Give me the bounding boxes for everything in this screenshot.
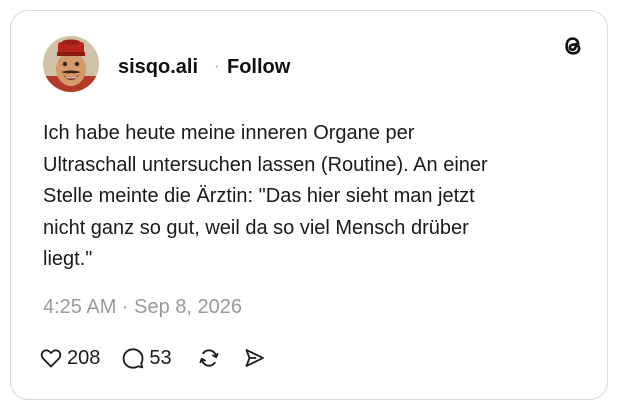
- repost-button[interactable]: [197, 346, 221, 370]
- threads-logo-icon[interactable]: [559, 32, 587, 60]
- post-timestamp[interactable]: 4:25 AM · Sep 8, 2026: [43, 295, 242, 319]
- heart-icon: [40, 349, 62, 368]
- repost-icon: [199, 349, 219, 367]
- like-count: 208: [67, 347, 101, 369]
- share-button[interactable]: [242, 346, 266, 370]
- reply-count: 53: [149, 347, 172, 369]
- comment-icon: [123, 348, 144, 369]
- reply-button[interactable]: 53: [121, 346, 172, 370]
- author-avatar[interactable]: [43, 36, 99, 92]
- share-icon: [245, 349, 264, 367]
- author-username[interactable]: sisqo.ali: [118, 55, 198, 79]
- follow-button[interactable]: Follow: [227, 55, 290, 79]
- post-text: Ich habe heute meine inneren Organe per …: [43, 122, 488, 270]
- separator-dot: ·: [214, 58, 220, 75]
- avatar-image: [43, 36, 99, 92]
- action-bar: 208 53: [39, 344, 266, 372]
- like-button[interactable]: 208: [39, 346, 100, 370]
- post-card: sisqo.ali · Follow Ich habe heute meine …: [10, 10, 608, 400]
